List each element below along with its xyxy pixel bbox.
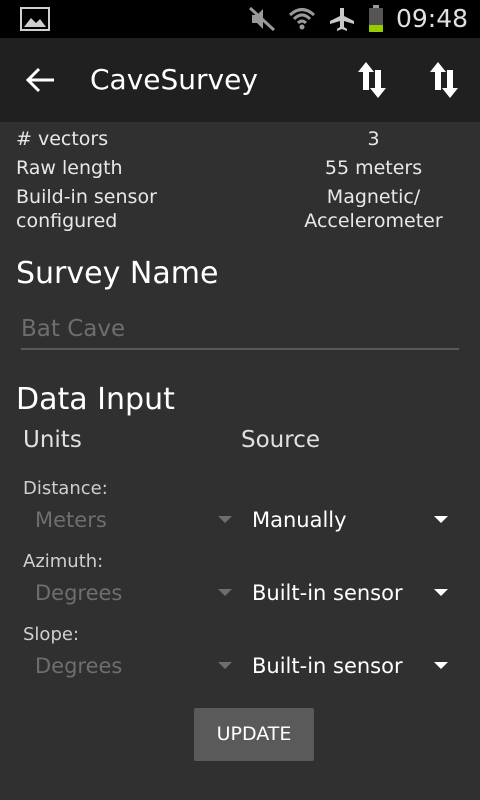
status-bar: 09:48 <box>0 0 480 38</box>
slope-source-value: Built-in sensor <box>252 654 403 678</box>
slope-unit-spinner[interactable]: Degrees <box>23 648 239 684</box>
distance-unit-spinner[interactable]: Meters <box>23 502 239 538</box>
sort-icon[interactable] <box>356 58 388 102</box>
dropdown-arrow-icon <box>218 516 232 523</box>
sensor-label-line1: Build-in sensor <box>16 186 157 208</box>
app-title: CaveSurvey <box>90 63 258 96</box>
app-bar: CaveSurvey <box>0 38 480 122</box>
azimuth-source-value: Built-in sensor <box>252 581 403 605</box>
distance-label: Distance: <box>23 478 108 499</box>
dropdown-arrow-icon <box>434 516 448 523</box>
units-header: Units <box>23 427 82 453</box>
distance-source-spinner[interactable]: Manually <box>240 502 456 538</box>
sensor-value-line2: Accelerometer <box>304 210 443 232</box>
sort-icon[interactable] <box>428 58 460 102</box>
slope-source-spinner[interactable]: Built-in sensor <box>240 648 456 684</box>
clock: 09:48 <box>395 4 468 33</box>
azimuth-label: Azimuth: <box>23 551 104 572</box>
wifi-icon <box>288 8 316 30</box>
survey-name-input[interactable] <box>21 310 459 350</box>
slope-label: Slope: <box>23 624 80 645</box>
azimuth-unit-spinner[interactable]: Degrees <box>23 575 239 611</box>
azimuth-unit-value: Degrees <box>35 581 123 605</box>
dropdown-arrow-icon <box>218 589 232 596</box>
back-arrow-icon[interactable] <box>24 66 58 94</box>
update-button[interactable]: UPDATE <box>194 708 314 761</box>
raw-length-value: 55 meters <box>324 157 423 179</box>
sensor-label-line2: configured <box>16 210 118 232</box>
battery-icon <box>369 5 383 32</box>
data-input-heading: Data Input <box>16 382 175 417</box>
vectors-label: # vectors <box>16 128 109 150</box>
survey-name-heading: Survey Name <box>16 256 219 291</box>
dropdown-arrow-icon <box>434 662 448 669</box>
gallery-icon <box>20 7 50 31</box>
slope-unit-value: Degrees <box>35 654 123 678</box>
raw-length-label: Raw length <box>16 157 123 179</box>
source-header: Source <box>241 427 320 453</box>
dropdown-arrow-icon <box>434 589 448 596</box>
dropdown-arrow-icon <box>218 662 232 669</box>
distance-unit-value: Meters <box>35 508 107 532</box>
sensor-value-line1: Magnetic/ <box>326 186 421 208</box>
airplane-mode-icon <box>330 8 354 31</box>
vectors-value: 3 <box>367 128 380 150</box>
mute-icon <box>248 6 276 32</box>
azimuth-source-spinner[interactable]: Built-in sensor <box>240 575 456 611</box>
distance-source-value: Manually <box>252 508 347 532</box>
